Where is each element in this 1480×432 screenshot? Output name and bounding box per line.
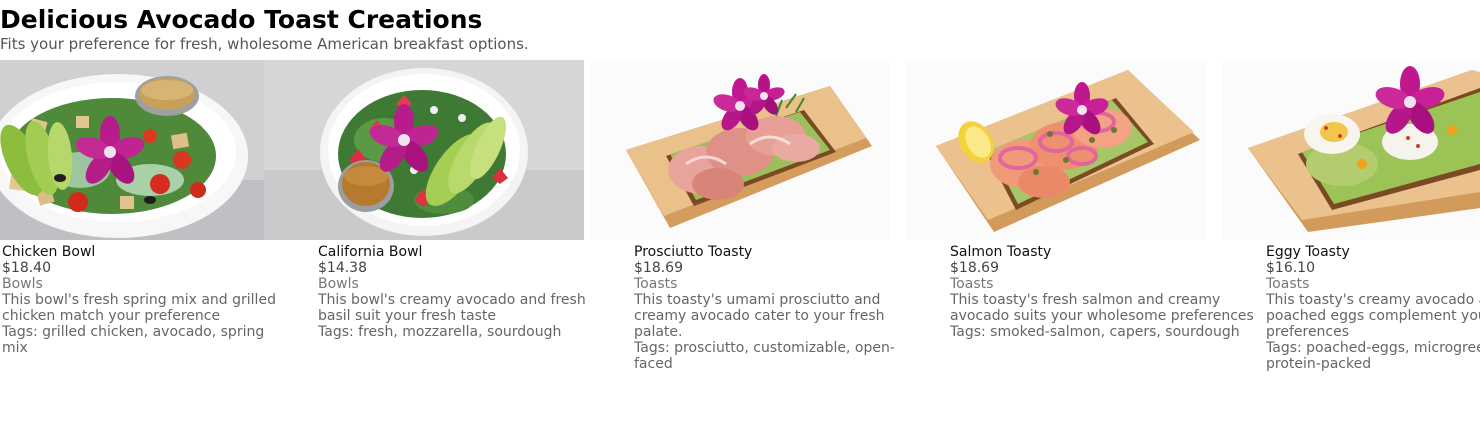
menu-item-info: Prosciutto Toasty $18.69 Toasts This toa… (634, 244, 914, 372)
menu-item-name[interactable]: California Bowl (318, 244, 598, 260)
menu-card-prosciutto-toasty[interactable]: Prosciutto Toasty $18.69 Toasts This toa… (590, 60, 906, 432)
menu-item-price: $18.40 (2, 260, 51, 276)
menu-item-category: Toasts (1266, 276, 1310, 292)
menu-item-category: Bowls (2, 276, 43, 292)
menu-item-name[interactable]: Eggy Toasty (1266, 244, 1480, 260)
salad-bowl-image (0, 60, 264, 240)
menu-item-tags: Tags: grilled chicken, avocado, spring m… (2, 324, 265, 356)
menu-card-eggy-toasty[interactable]: Eggy Toasty $16.10 Toasts This toasty's … (1222, 60, 1480, 432)
toast-board-image (906, 60, 1206, 240)
menu-item-price: $18.69 (634, 260, 683, 276)
menu-item-info: Chicken Bowl $18.40 Bowls This bowl's fr… (2, 244, 282, 356)
menu-item-name[interactable]: Prosciutto Toasty (634, 244, 914, 260)
menu-card-salmon-toasty[interactable]: Salmon Toasty $18.69 Toasts This toasty'… (906, 60, 1254, 432)
menu-item-price: $18.69 (950, 260, 999, 276)
menu-item-price: $14.38 (318, 260, 367, 276)
menu-item-tags: Tags: fresh, mozzarella, sourdough (318, 324, 562, 340)
menu-item-tags: Tags: prosciutto, customizable, open-fac… (634, 340, 895, 372)
menu-item-category: Bowls (318, 276, 359, 292)
menu-card-california-bowl[interactable]: California Bowl $14.38 Bowls This bowl's… (264, 60, 586, 432)
menu-item-description: This toasty's creamy avocado and poached… (1266, 292, 1480, 340)
menu-item-description: This bowl's creamy avocado and fresh bas… (318, 292, 586, 324)
menu-item-info: Salmon Toasty $18.69 Toasts This toasty'… (950, 244, 1260, 340)
menu-item-name[interactable]: Salmon Toasty (950, 244, 1260, 260)
menu-item-tags: Tags: smoked-salmon, capers, sourdough (950, 324, 1240, 340)
toast-board-image (590, 60, 890, 240)
menu-item-image[interactable] (264, 60, 584, 240)
menu-item-name[interactable]: Chicken Bowl (2, 244, 282, 260)
menu-item-image[interactable] (906, 60, 1206, 240)
menu-item-info: Eggy Toasty $16.10 Toasts This toasty's … (1266, 244, 1480, 372)
page-subtitle: Fits your preference for fresh, wholesom… (0, 35, 529, 53)
menu-item-image[interactable] (1222, 60, 1480, 240)
menu-item-info: California Bowl $14.38 Bowls This bowl's… (318, 244, 598, 340)
page: Delicious Avocado Toast Creations Fits y… (0, 0, 1480, 432)
menu-item-category: Toasts (950, 276, 994, 292)
menu-item-price: $16.10 (1266, 260, 1315, 276)
menu-item-description: This toasty's umami prosciutto and cream… (634, 292, 885, 340)
toast-board-image (1222, 60, 1480, 240)
salad-bowl-image (264, 60, 584, 240)
menu-item-image[interactable] (590, 60, 890, 240)
menu-item-description: This bowl's fresh spring mix and grilled… (2, 292, 276, 324)
menu-item-image[interactable] (0, 60, 264, 240)
page-title: Delicious Avocado Toast Creations (0, 5, 483, 34)
menu-item-description: This toasty's fresh salmon and creamy av… (950, 292, 1254, 324)
menu-item-category: Toasts (634, 276, 678, 292)
menu-item-tags: Tags: poached-eggs, microgreens, protein… (1266, 340, 1480, 372)
